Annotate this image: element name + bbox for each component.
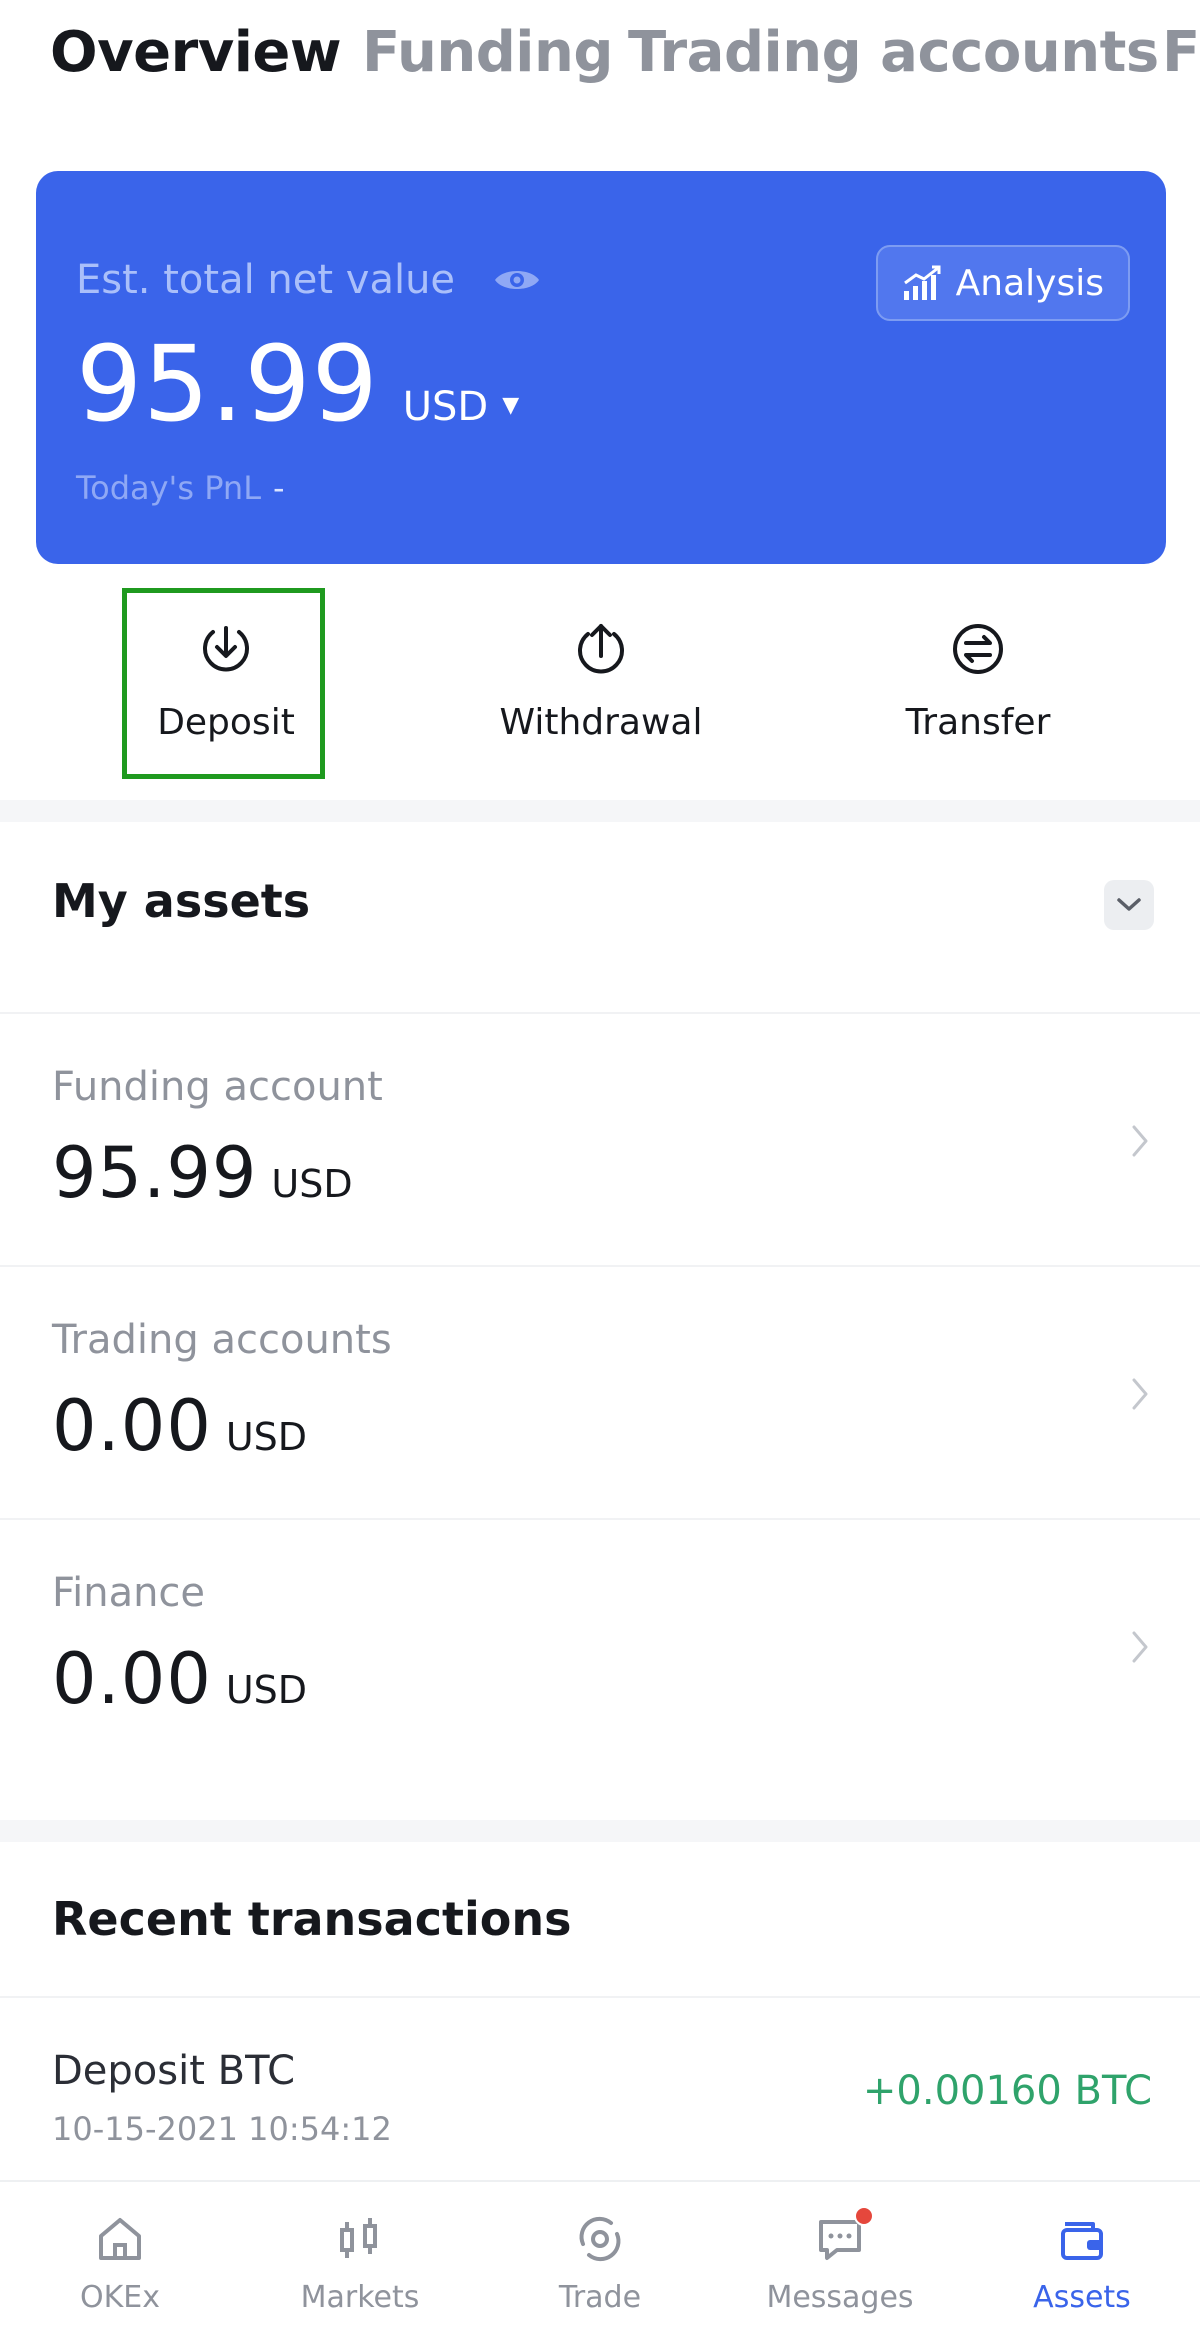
transaction-row[interactable]: Deposit BTC 10-15-2021 10:54:12 +0.00160… <box>0 1996 1200 2176</box>
recent-transactions-title: Recent transactions <box>52 1892 572 1946</box>
my-assets-title: My assets <box>52 874 311 928</box>
transaction-title: Deposit BTC <box>52 2048 296 2094</box>
candlestick-icon <box>340 2218 377 2258</box>
tab-trading-accounts[interactable]: Trading accounts <box>628 20 1159 85</box>
nav-markets[interactable]: Markets <box>260 2182 460 2337</box>
tab-overview[interactable]: Overview <box>50 20 342 85</box>
analysis-button[interactable]: Analysis <box>875 245 1130 321</box>
bottom-nav: OKEx Markets Trade Messages Assets <box>0 2180 1200 2337</box>
asset-unit: USD <box>271 1162 353 1206</box>
transaction-amount: +0.00160 BTC <box>862 2068 1152 2114</box>
nav-okex[interactable]: OKEx <box>20 2182 220 2337</box>
transaction-date: 10-15-2021 10:54:12 <box>52 2110 392 2148</box>
chevron-down-icon <box>1117 898 1141 911</box>
collapse-button[interactable] <box>1104 880 1154 930</box>
nav-label: Assets <box>1033 2280 1131 2315</box>
pnl-label: Today's PnL <box>76 469 262 507</box>
nav-assets[interactable]: Assets <box>982 2182 1182 2337</box>
balance-card: Est. total net value 95.99 USD ▼ Today's… <box>36 171 1166 564</box>
asset-amount: 0.00 <box>52 1385 212 1467</box>
nav-trade[interactable]: Trade <box>500 2182 700 2337</box>
nav-label: OKEx <box>80 2280 160 2315</box>
nav-messages[interactable]: Messages <box>740 2182 940 2337</box>
tab-funding[interactable]: Funding <box>362 20 613 85</box>
pnl-value: - <box>273 469 285 507</box>
eye-icon[interactable] <box>493 265 541 295</box>
wallet-icon <box>1061 2222 1103 2260</box>
asset-amount: 0.00 <box>52 1638 212 1720</box>
asset-row-label: Trading accounts <box>52 1317 392 1363</box>
upload-arrow-icon <box>578 624 624 674</box>
chevron-right-icon <box>1132 1631 1148 1663</box>
tab-more[interactable]: F <box>1162 20 1200 85</box>
net-value-row: 95.99 USD ▼ <box>76 323 519 445</box>
analysis-chart-icon <box>903 265 941 300</box>
chevron-right-icon <box>1132 1125 1148 1157</box>
trade-icon <box>579 2216 621 2262</box>
transfer-button[interactable]: Transfer <box>848 588 1108 778</box>
withdrawal-button[interactable]: Withdrawal <box>471 588 731 778</box>
top-tabs: Overview Funding Trading accounts F <box>0 0 1200 120</box>
asset-row-value: 95.99 USD <box>52 1132 353 1214</box>
asset-amount: 95.99 <box>52 1132 258 1214</box>
asset-row-value: 0.00 USD <box>52 1638 307 1720</box>
currency-caret-icon[interactable]: ▼ <box>502 393 519 418</box>
funding-account-row[interactable]: Funding account 95.99 USD <box>0 1012 1200 1264</box>
section-divider <box>0 1820 1200 1842</box>
chevron-right-icon <box>1132 1378 1148 1410</box>
trading-accounts-row[interactable]: Trading accounts 0.00 USD <box>0 1265 1200 1517</box>
todays-pnl: Today's PnL - <box>76 469 285 507</box>
nav-label: Trade <box>558 2280 642 2315</box>
transfer-icon <box>953 624 1003 674</box>
asset-unit: USD <box>225 1668 308 1712</box>
asset-row-value: 0.00 USD <box>52 1385 307 1467</box>
withdrawal-label: Withdrawal <box>499 702 703 743</box>
deposit-highlight-box <box>122 588 325 779</box>
transfer-label: Transfer <box>905 702 1051 743</box>
analysis-label: Analysis <box>955 262 1104 304</box>
nav-label: Markets <box>300 2280 420 2315</box>
net-value-label-row: Est. total net value <box>76 257 541 303</box>
net-value-label: Est. total net value <box>76 257 456 303</box>
notification-dot <box>854 2206 874 2226</box>
asset-row-label: Finance <box>52 1570 206 1616</box>
asset-row-label: Funding account <box>52 1064 383 1110</box>
asset-unit: USD <box>225 1415 308 1459</box>
net-value-amount: 95.99 <box>76 323 379 445</box>
currency-selector[interactable]: USD <box>403 384 488 430</box>
section-divider <box>0 800 1200 822</box>
nav-label: Messages <box>766 2280 914 2315</box>
finance-row[interactable]: Finance 0.00 USD <box>0 1518 1200 1770</box>
home-icon <box>99 2218 141 2260</box>
